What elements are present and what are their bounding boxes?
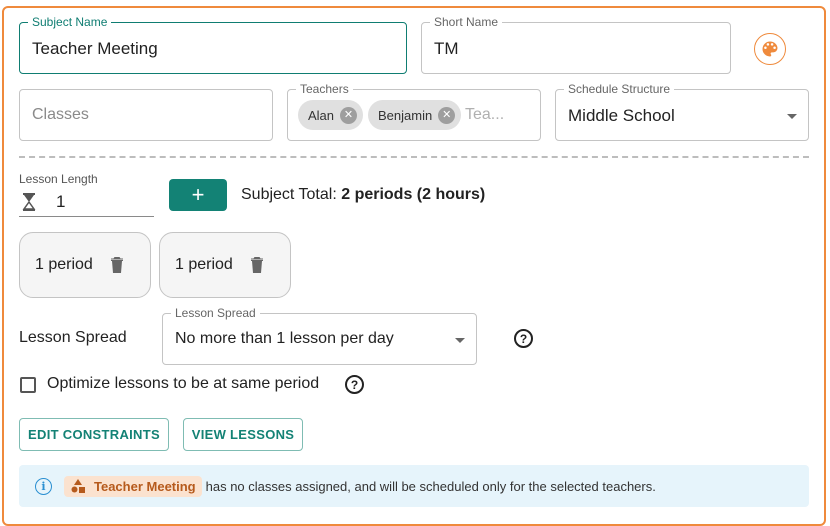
edit-constraints-button[interactable]: EDIT CONSTRAINTS: [19, 418, 169, 451]
classes-field[interactable]: Classes: [19, 89, 273, 141]
lesson-length-underline: [19, 216, 154, 217]
help-icon[interactable]: ?: [514, 329, 533, 348]
lesson-spread-select[interactable]: Lesson Spread No more than 1 lesson per …: [162, 306, 477, 365]
subject-name-field[interactable]: Subject Name Teacher Meeting: [19, 15, 407, 74]
plus-icon: +: [191, 182, 205, 207]
dropdown-caret-icon: [455, 338, 465, 343]
section-divider: [19, 156, 809, 158]
teachers-input-placeholder[interactable]: Tea...: [465, 106, 504, 124]
subject-name-label: Subject Name: [28, 15, 112, 29]
help-icon[interactable]: ?: [345, 375, 364, 394]
teachers-label: Teachers: [296, 82, 353, 96]
subject-total-value: 2 periods (2 hours): [341, 186, 486, 203]
optimize-checkbox[interactable]: [20, 377, 36, 393]
alert-message: has no classes assigned, and will be sch…: [205, 478, 656, 494]
hourglass-icon: [22, 193, 36, 211]
lesson-card[interactable]: 1 period: [159, 232, 291, 298]
lesson-card-label: 1 period: [35, 256, 93, 273]
teacher-chip-label: Alan: [308, 107, 335, 123]
subject-chip-label: Teacher Meeting: [94, 478, 196, 494]
subject-chip: Teacher Meeting: [64, 475, 202, 497]
subject-total: Subject Total: 2 periods (2 hours): [241, 186, 485, 204]
short-name-value: TM: [434, 39, 459, 58]
lesson-spread-row-label: Lesson Spread: [19, 329, 127, 346]
info-alert: i Teacher Meeting has no classes assigne…: [19, 465, 809, 507]
delete-icon[interactable]: [249, 256, 265, 274]
lesson-spread-label: Lesson Spread: [171, 306, 260, 320]
schedule-structure-label: Schedule Structure: [564, 82, 675, 96]
short-name-field[interactable]: Short Name TM: [421, 15, 731, 74]
lesson-card-label: 1 period: [175, 256, 233, 273]
delete-icon[interactable]: [109, 256, 125, 274]
view-lessons-button[interactable]: VIEW LESSONS: [183, 418, 303, 451]
optimize-label: Optimize lessons to be at same period: [47, 375, 320, 392]
short-name-label: Short Name: [430, 15, 503, 29]
classes-placeholder: Classes: [32, 106, 89, 123]
color-palette-button[interactable]: [754, 33, 786, 65]
palette-icon: [762, 41, 778, 57]
remove-chip-icon[interactable]: ✕: [340, 106, 358, 124]
teacher-chip-alan[interactable]: Alan ✕: [298, 100, 364, 130]
subject-total-prefix: Subject Total:: [241, 186, 342, 203]
lesson-card[interactable]: 1 period: [19, 232, 151, 298]
lesson-length-input[interactable]: 1: [56, 192, 65, 212]
schedule-structure-select[interactable]: Schedule Structure Middle School: [555, 82, 809, 141]
schedule-structure-value: Middle School: [568, 106, 675, 125]
teacher-chip-benjamin[interactable]: Benjamin ✕: [368, 100, 462, 130]
lesson-length-label: Lesson Length: [19, 172, 98, 186]
dropdown-caret-icon: [787, 114, 797, 119]
subject-name-value: Teacher Meeting: [32, 39, 158, 58]
info-icon: i: [35, 477, 52, 495]
add-lesson-button[interactable]: +: [169, 179, 227, 211]
shapes-icon: [71, 479, 85, 493]
teacher-chip-label: Benjamin: [378, 107, 433, 123]
remove-chip-icon[interactable]: ✕: [438, 106, 456, 124]
lesson-spread-value: No more than 1 lesson per day: [175, 330, 394, 347]
